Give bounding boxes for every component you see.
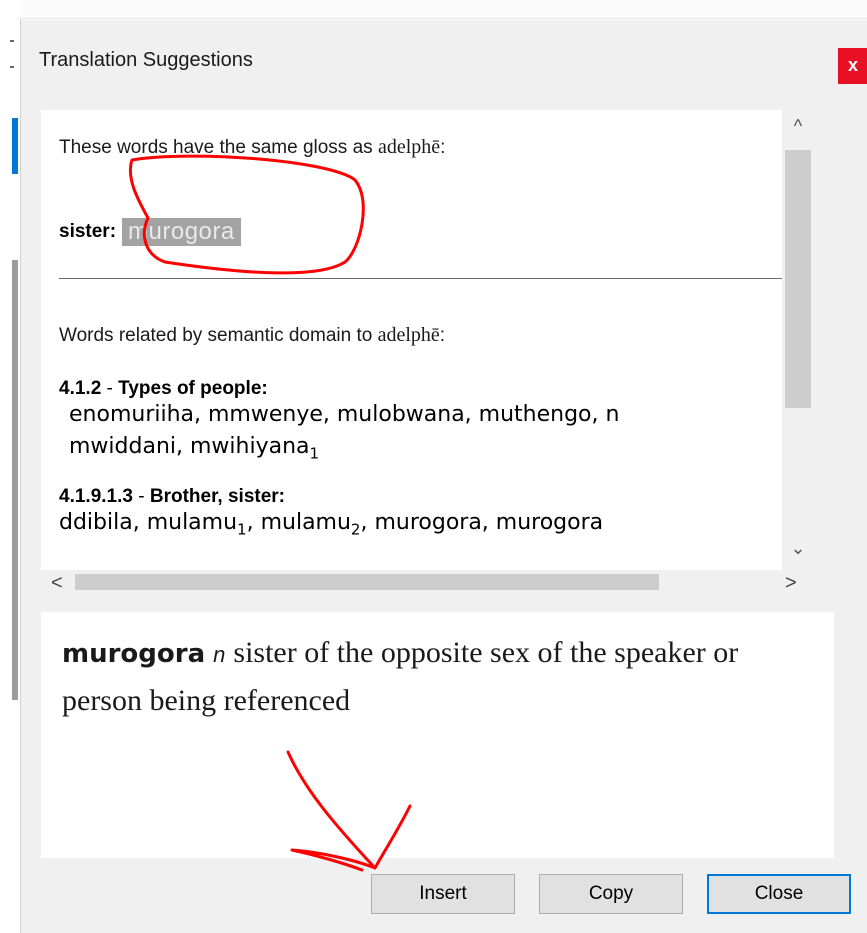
suggestions-panel[interactable]: These words have the same gloss as adelp…: [41, 110, 814, 590]
domain-word[interactable]: , mulamu: [247, 510, 351, 535]
gloss-label: sister:: [59, 221, 117, 243]
vertical-scroll-thumb[interactable]: [785, 150, 811, 408]
semantic-intro-text: Words related by semantic domain to: [59, 325, 378, 346]
definition-text: murogora n sister of the opposite sex of t…: [62, 630, 802, 724]
domain-number: 4.1.9.1.3: [59, 486, 133, 507]
source-word: adelphē: [377, 324, 440, 346]
domain-number: 4.1.2: [59, 378, 102, 399]
background-scrollbar: [12, 260, 18, 700]
background-tick: [10, 40, 14, 42]
domain-title: Brother, sister:: [149, 486, 285, 507]
vertical-scrollbar[interactable]: ^ ⌄: [782, 110, 814, 570]
semantic-domain-intro: Words related by semantic domain to adel…: [59, 324, 445, 347]
domain-heading: 4.1.2 - Types of people:: [59, 378, 268, 400]
dialog-title: Translation Suggestions: [39, 49, 253, 71]
domain-words-line[interactable]: enomuriiha, mmwenye, mulobwana, muthengo…: [69, 402, 619, 427]
copy-button[interactable]: Copy: [539, 874, 683, 914]
background-tick: [10, 66, 14, 68]
background-app-top: [20, 0, 867, 19]
insert-button[interactable]: Insert: [371, 874, 515, 914]
background-selection: [12, 118, 18, 174]
same-gloss-intro: These words have the same gloss as adelp…: [59, 136, 445, 159]
domain-heading: 4.1.9.1.3 - Brother, sister:: [59, 486, 285, 508]
same-gloss-entry: sister: murogora: [59, 218, 241, 246]
domain-word-list[interactable]: mwiddani, mwihiyana1: [69, 434, 319, 462]
domain-word[interactable]: , murogora, murogora: [360, 510, 603, 535]
domain-word-list[interactable]: enomuriiha, mmwenye, mulobwana, muthengo…: [69, 402, 619, 427]
scroll-right-icon[interactable]: >: [785, 572, 797, 590]
suggestions-content: These words have the same gloss as adelp…: [59, 110, 799, 570]
definition-headword: murogora: [62, 639, 206, 669]
same-gloss-intro-text: These words have the same gloss as: [59, 137, 378, 158]
close-button[interactable]: Close: [707, 874, 851, 914]
close-icon[interactable]: x: [838, 48, 867, 84]
horizontal-scroll-thumb[interactable]: [75, 574, 659, 590]
same-gloss-colon: :: [440, 137, 446, 158]
scroll-up-icon[interactable]: ^: [782, 116, 814, 137]
domain-word-list[interactable]: ddibila, mulamu1, mulamu2, murogora, mur…: [59, 510, 603, 538]
source-word: adelphē: [377, 136, 441, 158]
domain-sep: -: [101, 378, 119, 399]
part-of-speech: n: [213, 642, 226, 667]
semantic-intro-colon: :: [439, 325, 446, 346]
domain-word[interactable]: ddibila, mulamu: [59, 510, 237, 535]
suggested-word-selected[interactable]: murogora: [122, 218, 241, 246]
horizontal-scrollbar[interactable]: < >: [41, 570, 814, 590]
domain-sep: -: [132, 486, 150, 507]
scroll-left-icon[interactable]: <: [51, 572, 63, 590]
domain-title: Types of people:: [118, 378, 268, 399]
homograph-number: 1: [237, 520, 247, 539]
scroll-down-icon[interactable]: ⌄: [782, 538, 814, 559]
definition-panel: murogora n sister of the opposite sex of t…: [41, 612, 834, 858]
domain-words-line[interactable]: mwiddani, mwihiyana: [69, 434, 310, 459]
section-divider: [59, 278, 787, 279]
translation-suggestions-dialog: Translation Suggestions x These words ha…: [20, 20, 867, 933]
homograph-number: 1: [309, 444, 320, 463]
title-bar: Translation Suggestions x: [21, 20, 867, 100]
